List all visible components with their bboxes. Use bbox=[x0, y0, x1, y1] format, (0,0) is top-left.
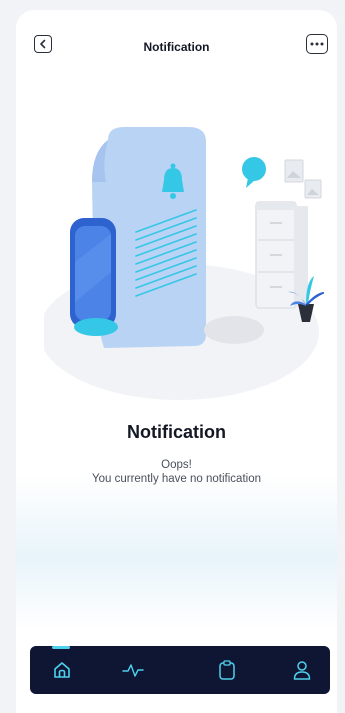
nav-clipboard[interactable] bbox=[197, 646, 257, 694]
header: Notification bbox=[16, 10, 337, 74]
more-horizontal-icon bbox=[310, 42, 324, 46]
page-title: Notification bbox=[143, 40, 210, 54]
user-icon bbox=[293, 661, 311, 680]
clipboard-icon bbox=[219, 660, 235, 680]
nav-home[interactable] bbox=[32, 646, 92, 694]
empty-state-message: You currently have no notification bbox=[92, 473, 261, 485]
more-button[interactable] bbox=[306, 34, 328, 54]
nav-profile[interactable] bbox=[272, 646, 332, 694]
home-icon bbox=[54, 662, 70, 678]
activity-icon bbox=[122, 664, 144, 677]
chat-bubble-illustration-icon bbox=[242, 157, 266, 181]
empty-state-title: Notification bbox=[127, 422, 226, 442]
phone-screen: Notification Notification Oops! You curr… bbox=[16, 10, 337, 713]
empty-notification-illustration bbox=[44, 127, 324, 400]
empty-state-subtitle: Oops! You currently have no notification bbox=[16, 458, 337, 486]
bottom-navigation bbox=[30, 646, 330, 694]
nav-activity[interactable] bbox=[103, 646, 163, 694]
empty-state-oops: Oops! bbox=[161, 459, 192, 471]
